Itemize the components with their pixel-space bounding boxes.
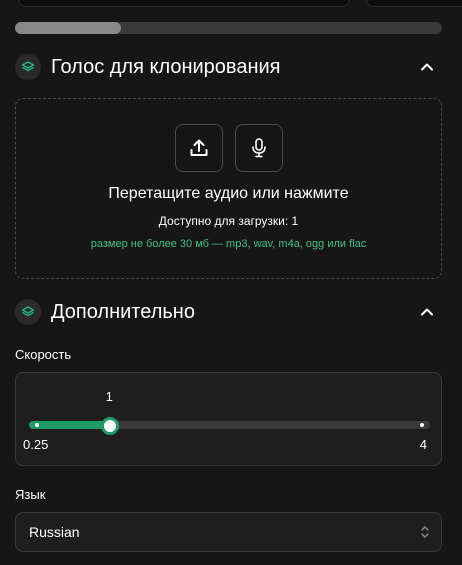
chevron-up-icon[interactable] xyxy=(418,58,436,76)
scrollbar-thumb[interactable] xyxy=(15,22,121,34)
top-panel-right xyxy=(366,0,462,7)
speed-min: 0.25 xyxy=(23,437,49,452)
dropzone-available: Доступно для загрузки: 1 xyxy=(158,214,299,228)
speed-slider-thumb[interactable] xyxy=(101,417,120,435)
slider-min-dot xyxy=(35,423,39,427)
speed-slider-card: 1 0.25 4 xyxy=(15,372,442,466)
top-strip xyxy=(0,0,462,10)
speed-slider-track[interactable] xyxy=(29,421,430,429)
slider-max-dot xyxy=(420,423,424,427)
layers-icon xyxy=(15,54,41,80)
language-label: Язык xyxy=(15,487,46,502)
upload-button[interactable] xyxy=(175,124,223,172)
voice-section-header[interactable]: Голос для клонирования xyxy=(15,52,442,82)
audio-dropzone[interactable]: Перетащите аудио или нажмите Доступно дл… xyxy=(15,98,442,279)
chevron-updown-icon xyxy=(421,526,429,538)
layers-icon xyxy=(15,299,41,325)
record-button[interactable] xyxy=(235,124,283,172)
microphone-icon xyxy=(252,138,266,158)
speed-slider-fill xyxy=(29,421,110,429)
advanced-section-header[interactable]: Дополнительно xyxy=(15,297,442,327)
chevron-up-icon[interactable] xyxy=(418,303,436,321)
language-select[interactable]: Russian xyxy=(15,512,442,552)
speed-value: 1 xyxy=(105,389,113,404)
voice-section-title: Голос для клонирования xyxy=(51,55,281,78)
top-panel-left xyxy=(18,0,350,7)
language-selected-value: Russian xyxy=(29,524,80,540)
speed-label: Скорость xyxy=(15,347,72,362)
speed-max: 4 xyxy=(419,437,427,452)
advanced-section-title: Дополнительно xyxy=(51,300,195,323)
horizontal-scrollbar[interactable] xyxy=(15,22,442,34)
upload-icon xyxy=(190,139,208,156)
dropzone-limits: размер не более 30 мб — mp3, wav, m4a, o… xyxy=(90,238,367,250)
dropzone-prompt: Перетащите аудио или нажмите xyxy=(108,185,349,202)
